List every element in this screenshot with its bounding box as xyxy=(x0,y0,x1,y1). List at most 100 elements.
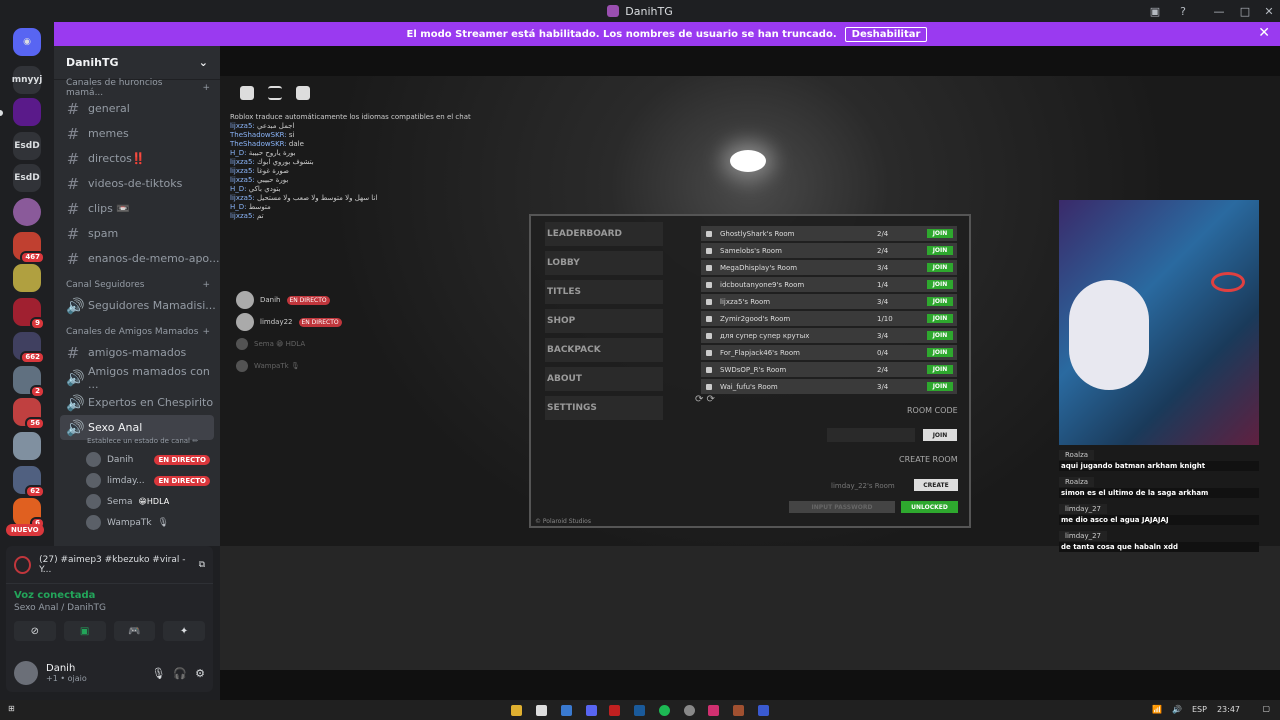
new-badge[interactable]: NUEVO xyxy=(6,524,44,536)
create-button[interactable]: CREATE xyxy=(914,479,958,491)
guild-header[interactable]: DanihTG ⌄ xyxy=(54,46,220,80)
steam-icon[interactable] xyxy=(634,705,645,716)
windows-start-icon[interactable]: ⊞ xyxy=(8,704,15,713)
voice-user-limday[interactable]: limday... EN DIRECTO xyxy=(54,470,220,491)
join-button[interactable]: JOIN xyxy=(927,348,953,357)
close-banner-icon[interactable]: ✕ xyxy=(1258,25,1270,41)
server-56[interactable]: 56 xyxy=(13,398,45,430)
app-red-icon[interactable] xyxy=(609,705,620,716)
room-code-input[interactable] xyxy=(827,428,915,442)
menu-about[interactable]: ABOUT xyxy=(545,367,663,391)
server-62[interactable]: 62 xyxy=(13,466,45,498)
server-mnyyj[interactable]: mnyyj xyxy=(12,66,42,94)
file-explorer-icon[interactable] xyxy=(511,705,522,716)
menu-titles[interactable]: TITLES xyxy=(545,280,663,304)
server-esdd-2[interactable]: EsdD xyxy=(13,164,41,192)
outlook-icon[interactable] xyxy=(561,705,572,716)
server-person[interactable] xyxy=(13,432,41,460)
channel-memes[interactable]: # memes xyxy=(54,121,220,146)
category-2[interactable]: Canal Seguidores + xyxy=(54,277,220,293)
join-button[interactable]: JOIN xyxy=(927,331,953,340)
password-input[interactable]: INPUT PASSWORD xyxy=(789,501,895,513)
close-window-button[interactable]: ✕ xyxy=(1256,0,1280,22)
server-9[interactable]: 9 xyxy=(13,298,45,330)
server-467[interactable]: 467 xyxy=(13,232,45,264)
join-button[interactable]: JOIN xyxy=(927,246,953,255)
screen-share-button[interactable]: ▣ xyxy=(63,621,106,641)
channel-directos[interactable]: # directos‼️ xyxy=(54,146,220,171)
join-button[interactable]: JOIN xyxy=(927,297,953,306)
wifi-icon[interactable]: 📶 xyxy=(1152,705,1162,714)
disable-streamer-button[interactable]: Deshabilitar xyxy=(844,26,928,42)
join-button[interactable]: JOIN xyxy=(927,382,953,391)
menu-leaderboard[interactable]: LEADERBOARD xyxy=(545,222,663,246)
menu-shop[interactable]: SHOP xyxy=(545,309,663,333)
camera-off-button[interactable]: ⊘ xyxy=(14,621,56,641)
channel-spam[interactable]: # spam xyxy=(54,221,220,246)
server-avatar[interactable] xyxy=(13,198,41,226)
activity-row[interactable]: (27) #aimep3 #kbezuko #viral - Y... ⧉ xyxy=(6,546,213,584)
channel-amigos-mamados-con[interactable]: 🔊 Amigos mamados con ... xyxy=(54,365,220,391)
spotify-icon[interactable] xyxy=(659,705,670,716)
app-blue-icon[interactable] xyxy=(758,705,769,716)
add-channel-icon[interactable]: + xyxy=(202,83,210,93)
language-indicator[interactable]: ESP xyxy=(1192,705,1207,714)
join-button[interactable]: JOIN xyxy=(927,263,953,272)
discord-icon[interactable] xyxy=(586,705,597,716)
maximize-button[interactable]: □ xyxy=(1232,0,1258,22)
obs-icon[interactable] xyxy=(684,705,695,716)
tiktok-icon[interactable] xyxy=(708,705,719,716)
clock[interactable]: 23:47 xyxy=(1217,705,1240,714)
calculator-icon[interactable] xyxy=(536,705,547,716)
server-yellow[interactable] xyxy=(13,264,41,292)
menu-icon[interactable] xyxy=(268,86,282,100)
menu-backpack[interactable]: BACKPACK xyxy=(545,338,663,362)
mic-icon[interactable]: 🎙 xyxy=(151,667,165,680)
soundboard-button[interactable]: ✦ xyxy=(163,621,205,641)
headphones-icon[interactable]: 🎧 xyxy=(173,667,187,680)
join-button[interactable]: JOIN xyxy=(927,365,953,374)
channel-videos-de-tiktoks[interactable]: # videos-de-tiktoks xyxy=(54,171,220,196)
help-icon[interactable]: ? xyxy=(1170,0,1196,22)
join-button[interactable]: JOIN xyxy=(927,229,953,238)
unlocked-toggle[interactable]: UNLOCKED xyxy=(901,501,958,513)
refresh-icon[interactable]: ⟳ ⟳ xyxy=(695,394,715,405)
channel-general[interactable]: # general xyxy=(54,96,220,121)
voice-user-wampatk[interactable]: WampaTk 🎙 xyxy=(54,512,220,533)
add-channel-icon[interactable]: + xyxy=(202,280,210,290)
voice-location[interactable]: Sexo Anal / DanihTG xyxy=(14,603,205,613)
roblox-icon[interactable] xyxy=(240,86,254,100)
activity-button[interactable]: 🎮 xyxy=(113,621,156,641)
avatar[interactable] xyxy=(14,661,38,685)
channel-enanos[interactable]: # enanos-de-memo-apo... xyxy=(54,246,220,271)
server-2[interactable]: 2 xyxy=(13,366,45,398)
server-purple[interactable] xyxy=(13,98,41,126)
server-662[interactable]: 662 xyxy=(13,332,45,364)
gear-icon[interactable]: ⚙ xyxy=(195,667,205,680)
join-code-button[interactable]: JOIN xyxy=(923,429,957,441)
server-6[interactable]: 6 xyxy=(13,498,45,530)
notifications-icon[interactable]: ▢ xyxy=(1262,704,1270,713)
add-channel-icon[interactable]: + xyxy=(202,327,210,337)
popout-icon[interactable]: ⧉ xyxy=(199,560,205,570)
server-esdd-1[interactable]: EsdD xyxy=(13,132,41,160)
channel-seguidores[interactable]: 🔊 Seguidores Mamadisi... xyxy=(54,293,220,318)
menu-lobby[interactable]: LOBBY xyxy=(545,251,663,275)
roblox-taskbar-icon[interactable] xyxy=(733,705,744,716)
voice-user-danih[interactable]: Danih EN DIRECTO xyxy=(54,449,220,470)
chat-icon[interactable] xyxy=(296,86,310,100)
category-3[interactable]: Canales de Amigos Mamados + xyxy=(54,324,220,340)
channel-status[interactable]: Establece un estado de canal ✏ xyxy=(54,437,220,449)
volume-icon[interactable]: 🔊 xyxy=(1172,705,1182,714)
channel-amigos-mamados[interactable]: # amigos-mamados xyxy=(54,340,220,365)
inbox-icon[interactable]: ▣ xyxy=(1142,0,1168,22)
minimize-button[interactable]: — xyxy=(1206,0,1232,22)
room-name-input[interactable]: limday_22's Room xyxy=(831,482,895,490)
channel-clips[interactable]: # clips 📼 xyxy=(54,196,220,221)
channel-expertos[interactable]: 🔊 Expertos en Chespirito xyxy=(54,390,220,415)
discord-home-icon[interactable]: ◉ xyxy=(13,28,41,56)
category-1[interactable]: Canales de huroncios mamá... + xyxy=(54,78,220,98)
voice-status[interactable]: Voz conectada xyxy=(14,590,205,601)
voice-user-sema[interactable]: Sema 😁HDLA xyxy=(54,491,220,512)
join-button[interactable]: JOIN xyxy=(927,314,953,323)
